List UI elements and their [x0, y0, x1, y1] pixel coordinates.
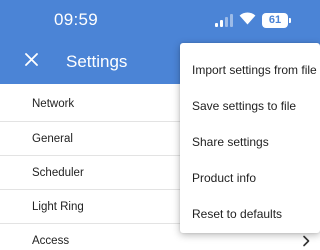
settings-item-label: Scheduler [32, 166, 84, 179]
settings-item-label: Access [32, 234, 70, 247]
page-title: Settings [66, 52, 128, 71]
overflow-menu: Import settings from file Save settings … [180, 43, 320, 233]
wifi-icon [239, 11, 256, 30]
settings-item-label: Network [32, 98, 75, 110]
status-time: 09:59 [54, 10, 99, 29]
battery-icon: 61 [262, 12, 291, 28]
signal-bars-icon [215, 13, 233, 27]
menu-item-share-settings[interactable]: Share settings [180, 125, 320, 159]
menu-item-import-settings[interactable]: Import settings from file [180, 53, 320, 87]
settings-item-label: Light Ring [32, 200, 84, 213]
status-bar: 09:59 61 [0, 0, 320, 40]
status-icons: 61 [215, 11, 291, 30]
menu-item-reset-defaults[interactable]: Reset to defaults [180, 197, 320, 231]
close-icon [24, 53, 38, 71]
chevron-right-icon [300, 235, 312, 247]
battery-level: 61 [268, 14, 282, 26]
close-button[interactable] [18, 49, 44, 75]
settings-item-label: General [32, 132, 73, 145]
menu-item-product-info[interactable]: Product info [180, 161, 320, 195]
menu-item-save-settings[interactable]: Save settings to file [180, 89, 320, 123]
